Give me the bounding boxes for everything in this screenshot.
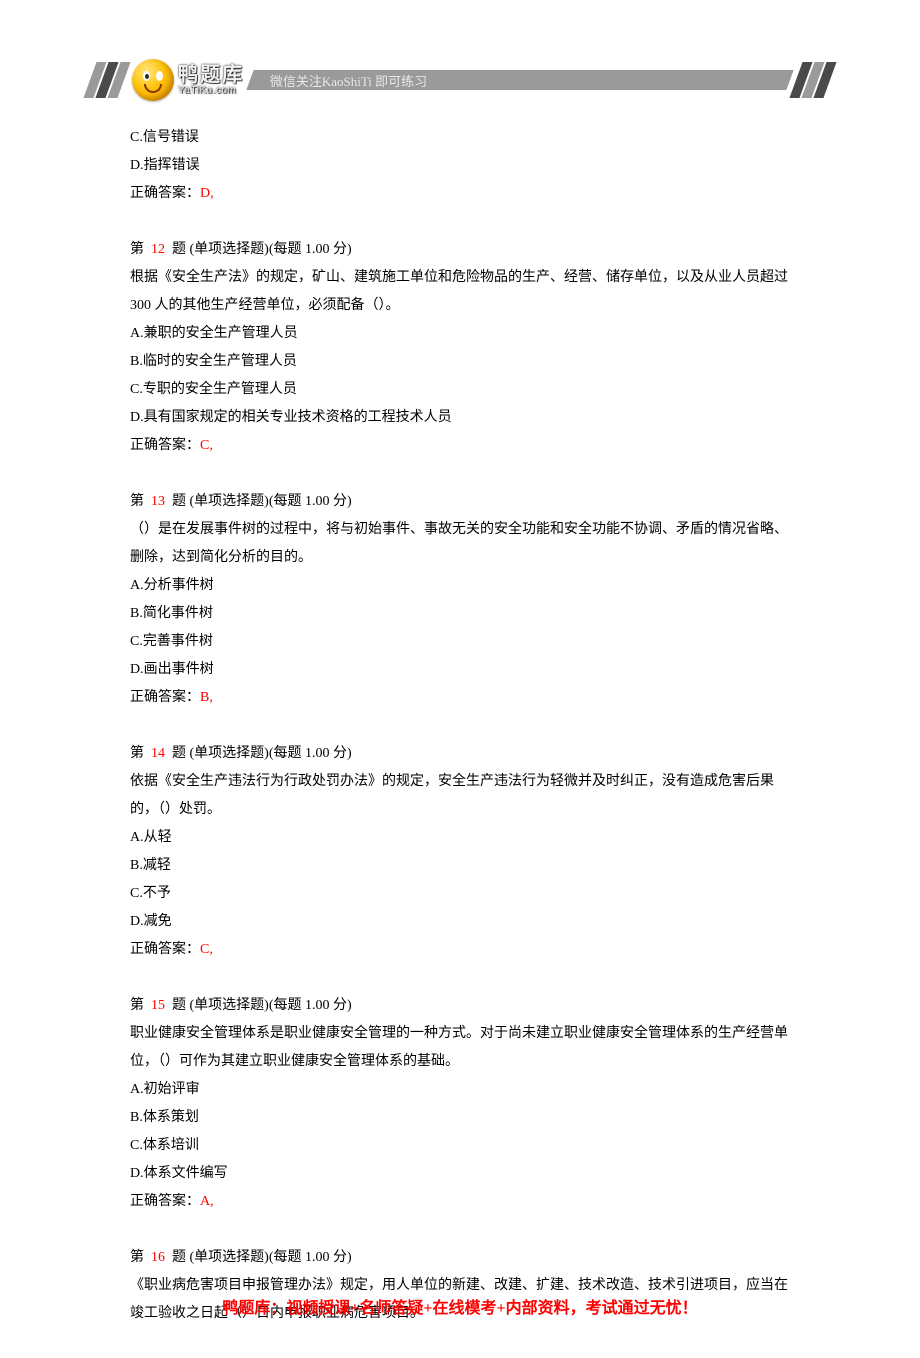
question-12: 第 12 题 (单项选择题)(每题 1.00 分) 根据《安全生产法》的规定，矿… (130, 236, 790, 460)
answer-label: 正确答案： (130, 690, 200, 705)
answer-label: 正确答案： (130, 438, 200, 453)
answer-line: 正确答案：C, (130, 432, 790, 460)
option-c: C.完善事件树 (130, 628, 790, 656)
question-header: 第 15 题 (单项选择题)(每题 1.00 分) (130, 992, 790, 1020)
footer-text: 鸭题库：视频授课+名师答疑+在线模考+内部资料，考试通过无忧！ (222, 1300, 697, 1317)
answer-line: 正确答案：D, (130, 180, 790, 208)
logo-en: YaTiKu.com (178, 85, 244, 96)
answer-label: 正确答案： (130, 942, 200, 957)
option-d: D.减免 (130, 908, 790, 936)
option-c: C.不予 (130, 880, 790, 908)
option-c: C.体系培训 (130, 1132, 790, 1160)
answer-line: 正确答案：A, (130, 1188, 790, 1216)
question-number: 15 (151, 998, 165, 1013)
document-content: C.信号错误 D.指挥错误 正确答案：D, 第 12 题 (单项选择题)(每题 … (130, 124, 790, 1328)
answer-value: D, (200, 186, 214, 201)
option-a: A.分析事件树 (130, 572, 790, 600)
option-b: B.体系策划 (130, 1104, 790, 1132)
question-header: 第 16 题 (单项选择题)(每题 1.00 分) (130, 1244, 790, 1272)
question-header: 第 13 题 (单项选择题)(每题 1.00 分) (130, 488, 790, 516)
question-number: 14 (151, 746, 165, 761)
option-c: C.专职的安全生产管理人员 (130, 376, 790, 404)
answer-line: 正确答案：B, (130, 684, 790, 712)
answer-value: A, (200, 1194, 214, 1209)
page-footer: 鸭题库：视频授课+名师答疑+在线模考+内部资料，考试通过无忧！ (0, 1294, 920, 1318)
question-number: 16 (151, 1250, 165, 1265)
answer-value: B, (200, 690, 213, 705)
option-c: C.信号错误 (130, 124, 790, 152)
header-stripes-right (796, 62, 830, 98)
option-d: D.指挥错误 (130, 152, 790, 180)
question-number: 12 (151, 242, 165, 257)
question-13: 第 13 题 (单项选择题)(每题 1.00 分) （）是在发展事件树的过程中，… (130, 488, 790, 712)
question-number: 13 (151, 494, 165, 509)
option-d: D.体系文件编写 (130, 1160, 790, 1188)
question-header: 第 12 题 (单项选择题)(每题 1.00 分) (130, 236, 790, 264)
option-d: D.画出事件树 (130, 656, 790, 684)
logo: 鸭题库 YaTiKu.com (132, 59, 244, 101)
question-stem: 职业健康安全管理体系是职业健康安全管理的一种方式。对于尚未建立职业健康安全管理体… (130, 1020, 790, 1076)
answer-value: C, (200, 438, 213, 453)
option-b: B.临时的安全生产管理人员 (130, 348, 790, 376)
option-a: A.从轻 (130, 824, 790, 852)
answer-line: 正确答案：C, (130, 936, 790, 964)
option-b: B.简化事件树 (130, 600, 790, 628)
option-a: A.初始评审 (130, 1076, 790, 1104)
logo-text: 鸭题库 YaTiKu.com (178, 65, 244, 96)
answer-label: 正确答案： (130, 186, 200, 201)
logo-cn: 鸭题库 (178, 65, 244, 85)
page-header: 鸭题库 YaTiKu.com 微信关注KaoShiTi 即可练习 (90, 56, 830, 104)
answer-value: C, (200, 942, 213, 957)
question-15: 第 15 题 (单项选择题)(每题 1.00 分) 职业健康安全管理体系是职业健… (130, 992, 790, 1216)
duck-face-icon (132, 59, 174, 101)
question-stem: （）是在发展事件树的过程中，将与初始事件、事故无关的安全功能和安全功能不协调、矛… (130, 516, 790, 572)
option-d: D.具有国家规定的相关专业技术资格的工程技术人员 (130, 404, 790, 432)
question-stem: 依据《安全生产违法行为行政处罚办法》的规定，安全生产违法行为轻微并及时纠正，没有… (130, 768, 790, 824)
question-14: 第 14 题 (单项选择题)(每题 1.00 分) 依据《安全生产违法行为行政处… (130, 740, 790, 964)
question-tail: C.信号错误 D.指挥错误 正确答案：D, (130, 124, 790, 208)
answer-label: 正确答案： (130, 1194, 200, 1209)
question-stem: 根据《安全生产法》的规定，矿山、建筑施工单位和危险物品的生产、经营、储存单位，以… (130, 264, 790, 320)
option-b: B.减轻 (130, 852, 790, 880)
header-stripes-left (90, 62, 124, 98)
question-header: 第 14 题 (单项选择题)(每题 1.00 分) (130, 740, 790, 768)
option-a: A.兼职的安全生产管理人员 (130, 320, 790, 348)
header-banner-text: 微信关注KaoShiTi 即可练习 (270, 71, 427, 90)
header-banner: 微信关注KaoShiTi 即可练习 (246, 70, 793, 90)
